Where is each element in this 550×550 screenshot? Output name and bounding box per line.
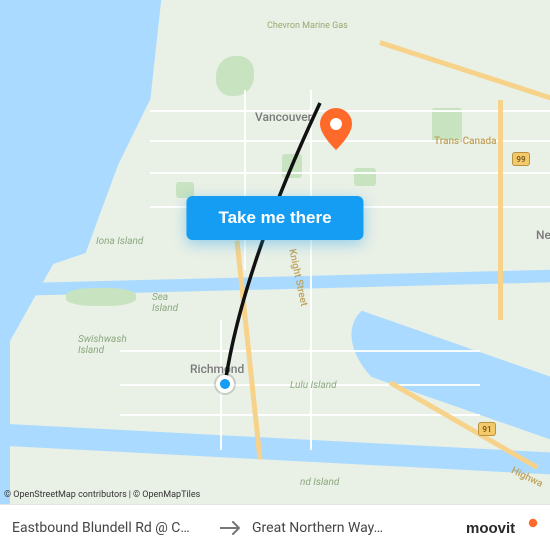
label-new: Ne	[536, 228, 550, 242]
route-to: Great Northern Way…	[252, 520, 426, 536]
label-sea: Sea Island	[152, 292, 178, 314]
park-1	[216, 56, 254, 96]
take-me-there-button[interactable]: Take me there	[186, 196, 363, 240]
attr-osm[interactable]: © OpenStreetMap contributors	[4, 490, 127, 500]
grid	[244, 90, 246, 270]
grid	[150, 172, 550, 174]
moovit-logo[interactable]: moovit	[466, 517, 538, 539]
bottom-bar: Eastbound Blundell Rd @ C… Great Norther…	[0, 504, 550, 550]
grid	[310, 90, 312, 450]
marker-start[interactable]	[216, 375, 234, 393]
poi-chevron: Chevron Marine Gas	[267, 22, 348, 32]
label-richmond: Richmond	[190, 362, 244, 376]
label-vancouver: Vancouver	[255, 110, 312, 124]
map[interactable]: Chevron Marine Gas Vancouver Richmond Ne…	[0, 0, 550, 550]
label-lulu: Lulu Island	[290, 380, 337, 391]
park-2	[282, 154, 302, 178]
map-attribution: © OpenStreetMap contributors|© OpenMapTi…	[4, 490, 200, 500]
label-nd: nd Island	[300, 477, 339, 488]
shield-91: 91	[478, 422, 496, 436]
park-3	[354, 168, 376, 186]
svg-text:moovit: moovit	[466, 520, 515, 537]
label-trans-canada: Trans-Canada	[434, 136, 497, 147]
grid	[120, 414, 480, 416]
highway-transcanada-2	[498, 100, 503, 320]
route-from: Eastbound Blundell Rd @ C…	[12, 520, 210, 536]
park-4	[66, 288, 136, 306]
label-swishwash: Swishwash Island	[78, 334, 127, 356]
shield-99: 99	[512, 152, 530, 166]
attr-tiles[interactable]: © OpenMapTiles	[133, 490, 200, 500]
label-iona: Iona Island	[96, 236, 143, 247]
arrow-icon	[220, 521, 242, 535]
grid	[120, 350, 480, 352]
